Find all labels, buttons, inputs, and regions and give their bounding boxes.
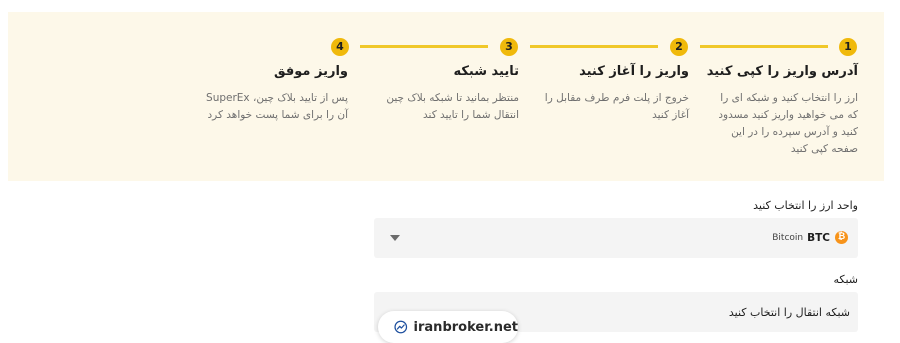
chevron-down-icon: [390, 235, 400, 241]
currency-select[interactable]: Bitcoin BTC ₿: [374, 218, 858, 258]
step-2-desc-line: آغاز کنید: [652, 109, 689, 121]
step-2-desc-line: خروج از پلت فرم طرف مقابل را: [544, 92, 689, 104]
step-1-desc-line: که می خواهید واریز کنید مسدود: [718, 109, 858, 121]
step-1-desc-line: کنید و آدرس سپرده را در این: [731, 126, 858, 138]
step-4-desc-line: پس از تایید بلاک چین، SuperEx: [206, 92, 348, 104]
step-3-desc-line: انتقال شما را تایید کند: [423, 109, 519, 121]
currency-symbol: BTC: [807, 231, 830, 244]
network-label: شبکه: [833, 273, 858, 286]
network-placeholder: شبکه انتقال را انتخاب کنید: [728, 306, 850, 319]
step-2-title: واریز را آغاز کنید: [579, 64, 689, 79]
bitcoin-icon: ₿: [835, 231, 848, 244]
step-4-desc-line: آن را برای شما پست خواهد کرد: [207, 109, 348, 121]
step-2-number: 2: [670, 38, 688, 56]
step-3-number: 3: [500, 38, 518, 56]
step-2-description: خروج از پلت فرم طرف مقابل را آغاز کنید: [529, 90, 689, 124]
step-3-title: تایید شبکه: [453, 64, 519, 79]
step-1-desc-line: ارز را انتخاب کنید و شبکه ای را: [720, 92, 858, 104]
step-3-desc-line: منتظر بمانید تا شبکه بلاک چین: [386, 92, 519, 104]
step-1-title: آدرس واریز را کپی کنید: [706, 64, 858, 79]
currency-name: Bitcoin: [772, 232, 804, 243]
selected-currency: Bitcoin BTC ₿: [772, 231, 848, 244]
currency-label: واحد ارز را انتخاب کنید: [753, 199, 858, 212]
watermark-text: iranbroker.net: [413, 319, 518, 335]
step-connector-1-2: [700, 45, 828, 48]
step-4-number: 4: [331, 38, 349, 56]
step-connector-3-4: [360, 45, 488, 48]
step-1-desc-line: صفحه کپی کنید: [790, 143, 858, 155]
step-3-description: منتظر بمانید تا شبکه بلاک چین انتقال شما…: [359, 90, 519, 124]
chart-trend-icon: [394, 320, 408, 334]
watermark-badge: iranbroker.net: [378, 311, 518, 343]
deposit-steps: 1 آدرس واریز را کپی کنید ارز را انتخاب ک…: [0, 0, 900, 180]
step-4-title: واریز موفق: [274, 64, 348, 79]
step-1-description: ارز را انتخاب کنید و شبکه ای را که می خو…: [698, 90, 858, 158]
step-1-number: 1: [839, 38, 857, 56]
step-connector-2-3: [530, 45, 658, 48]
step-4-description: پس از تایید بلاک چین، SuperEx آن را برای…: [178, 90, 348, 124]
